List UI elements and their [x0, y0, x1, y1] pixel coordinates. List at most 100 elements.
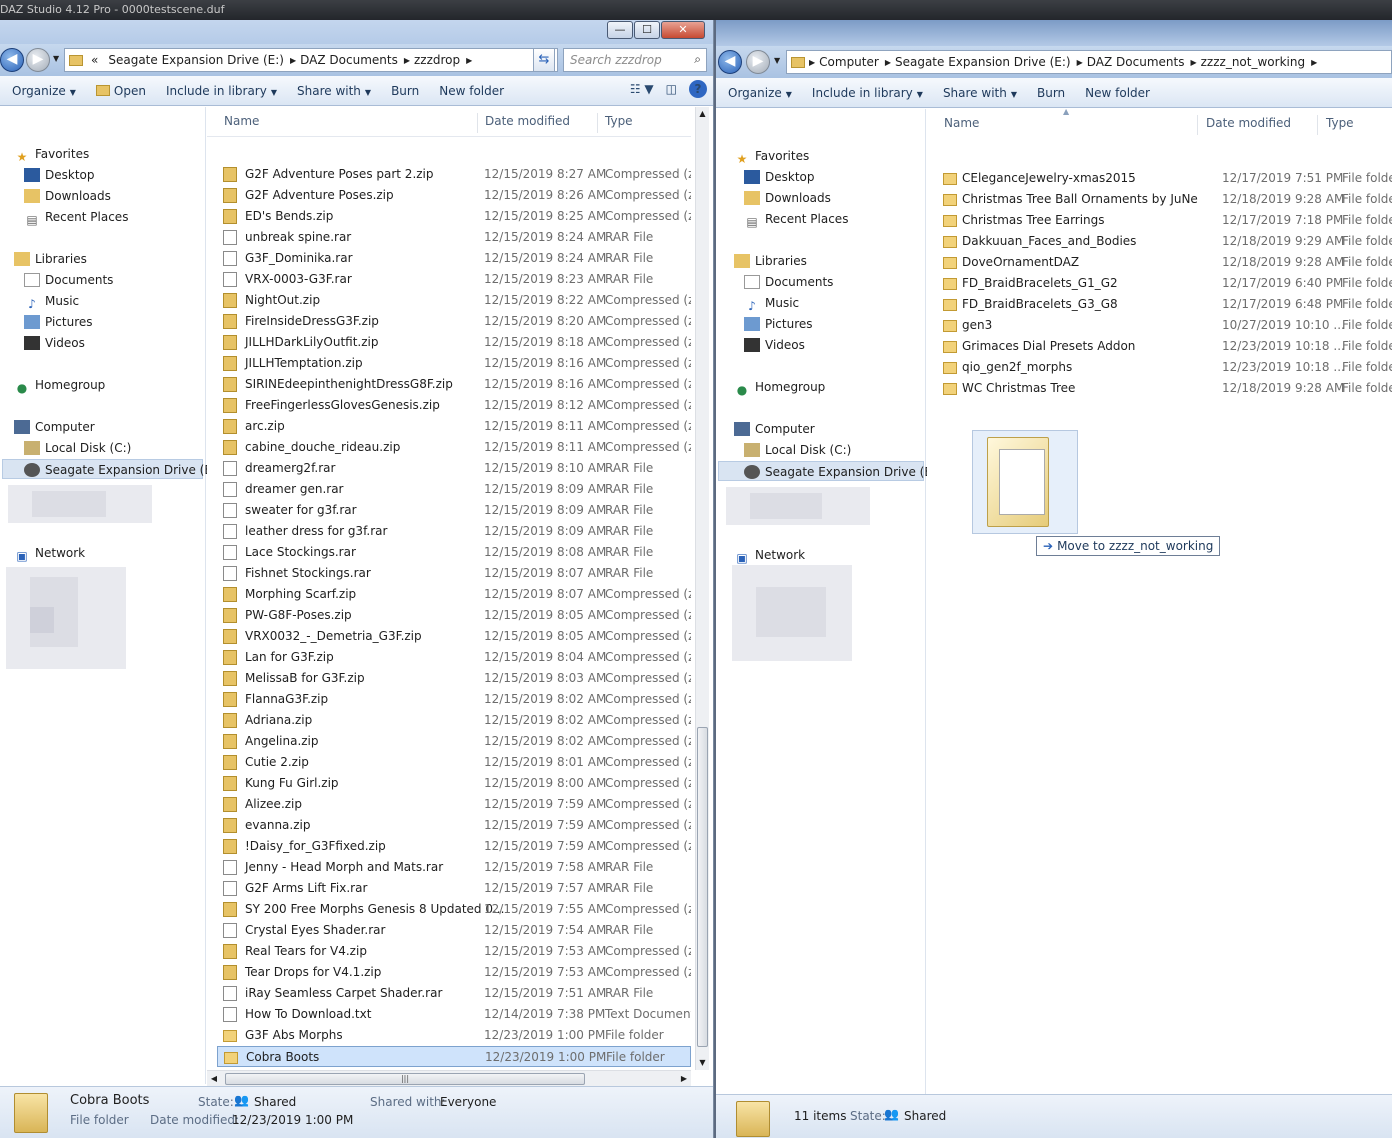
scroll-up-icon[interactable]: ▲	[696, 107, 709, 121]
file-row[interactable]: qio_gen2f_morphs 12/23/2019 10:18 ... File…	[937, 357, 1392, 378]
breadcrumb-overflow[interactable]: «	[87, 53, 104, 67]
breadcrumb-zzzdrop[interactable]: zzzdrop	[410, 53, 466, 67]
file-row[interactable]: JILLHDarkLilyOutfit.zip 12/15/2019 8:18 A…	[217, 332, 691, 353]
column-date-modified[interactable]: Date modified	[485, 114, 570, 128]
nav-homegroup[interactable]: ● Homegroup	[14, 375, 106, 395]
file-row[interactable]: JILLHTemptation.zip 12/15/2019 8:16 AM Com…	[217, 353, 691, 374]
column-type[interactable]: Type	[1326, 116, 1354, 130]
title-bar[interactable]	[716, 20, 1392, 46]
column-type[interactable]: Type	[605, 114, 633, 128]
search-icon[interactable]: ⌕	[694, 52, 701, 67]
scroll-left-icon[interactable]: ◀	[207, 1071, 221, 1087]
file-row[interactable]: Kung Fu Girl.zip 12/15/2019 8:00 AM Compre…	[217, 773, 691, 794]
history-dropdown-icon[interactable]: ▼	[774, 56, 780, 65]
forward-button[interactable]: ▶	[26, 48, 50, 72]
share-with-button[interactable]: Share with ▼	[285, 84, 379, 98]
breadcrumb-daz-documents[interactable]: DAZ Documents	[1083, 55, 1191, 69]
file-row[interactable]: Cutie 2.zip 12/15/2019 8:01 AM Compressed …	[217, 752, 691, 773]
maximize-button[interactable]: ☐	[634, 21, 660, 39]
breadcrumb-computer[interactable]: Computer	[815, 55, 885, 69]
share-with-button[interactable]: Share with ▼	[931, 86, 1025, 100]
refresh-button[interactable]: ⇆	[533, 48, 555, 72]
address-bar[interactable]: ▶ Computer ▶ Seagate Expansion Drive (E:…	[786, 50, 1392, 74]
file-row[interactable]: G2F Adventure Poses part 2.zip 12/15/2019…	[217, 164, 691, 185]
file-row[interactable]: !Daisy_for_G3Ffixed.zip 12/15/2019 7:59 A…	[217, 836, 691, 857]
file-row[interactable]: FlannaG3F.zip 12/15/2019 8:02 AM Compresse…	[217, 689, 691, 710]
nav-seagate-drive[interactable]: Seagate Expansion Drive (E:)	[2, 459, 221, 479]
burn-button[interactable]: Burn	[379, 84, 427, 98]
file-row[interactable]: Alizee.zip 12/15/2019 7:59 AM Compressed (…	[217, 794, 691, 815]
nav-videos[interactable]: Videos	[24, 333, 85, 353]
file-row[interactable]: NightOut.zip 12/15/2019 8:22 AM Compressed…	[217, 290, 691, 311]
scroll-right-icon[interactable]: ▶	[677, 1071, 691, 1087]
nav-recent-places[interactable]: ▤ Recent Places	[24, 207, 128, 227]
file-row[interactable]: Lan for G3F.zip 12/15/2019 8:04 AM Compres…	[217, 647, 691, 668]
file-row[interactable]: Lace Stockings.rar 12/15/2019 8:08 AM RAR …	[217, 542, 691, 563]
file-row[interactable]: dreamerg2f.rar 12/15/2019 8:10 AM RAR File	[217, 458, 691, 479]
file-row[interactable]: How To Download.txt 12/14/2019 7:38 PM Tex…	[217, 1004, 691, 1025]
breadcrumb-daz-documents[interactable]: DAZ Documents	[296, 53, 404, 67]
scroll-down-icon[interactable]: ▼	[696, 1056, 709, 1070]
column-name[interactable]: Name	[224, 114, 259, 128]
file-row[interactable]: Grimaces Dial Presets Addon 12/23/2019 10…	[937, 336, 1392, 357]
file-row[interactable]: Christmas Tree Earrings 12/17/2019 7:18 P…	[937, 210, 1392, 231]
include-in-library-button[interactable]: Include in library ▼	[800, 86, 931, 100]
nav-network[interactable]: ▣ Network	[14, 543, 85, 563]
file-row[interactable]: G3F_Dominika.rar 12/15/2019 8:24 AM RAR Fi…	[217, 248, 691, 269]
file-row[interactable]: MelissaB for G3F.zip 12/15/2019 8:03 AM Co…	[217, 668, 691, 689]
chevron-right-icon[interactable]: ▶	[1311, 58, 1317, 67]
file-row[interactable]: ED's Bends.zip 12/15/2019 8:25 AM Compress…	[217, 206, 691, 227]
back-button[interactable]: ◀	[0, 48, 24, 72]
nav-local-disk[interactable]: Local Disk (C:)	[24, 438, 131, 458]
history-dropdown-icon[interactable]: ▼	[53, 54, 59, 63]
file-row[interactable]: DoveOrnamentDAZ 12/18/2019 9:28 AM File fo…	[937, 252, 1392, 273]
file-row[interactable]: Christmas Tree Ball Ornaments by JuNe 12/…	[937, 189, 1392, 210]
include-in-library-button[interactable]: Include in library ▼	[154, 84, 285, 98]
nav-music[interactable]: ♪ Music	[24, 291, 79, 311]
burn-button[interactable]: Burn	[1025, 86, 1073, 100]
file-row[interactable]: Fishnet Stockings.rar 12/15/2019 8:07 AM R…	[217, 563, 691, 584]
nav-videos[interactable]: Videos	[744, 335, 805, 355]
nav-recent-places[interactable]: ▤ Recent Places	[744, 209, 848, 229]
file-row[interactable]: iRay Seamless Carpet Shader.rar 12/15/201…	[217, 983, 691, 1004]
nav-libraries[interactable]: Libraries	[734, 251, 807, 271]
file-row[interactable]: Real Tears for V4.zip 12/15/2019 7:53 AM C…	[217, 941, 691, 962]
nav-network[interactable]: ▣ Network	[734, 545, 805, 565]
forward-button[interactable]: ▶	[746, 50, 770, 74]
nav-local-disk[interactable]: Local Disk (C:)	[744, 440, 851, 460]
file-row[interactable]: VRX0032_-_Demetria_G3F.zip 12/15/2019 8:0…	[217, 626, 691, 647]
breadcrumb-drive[interactable]: Seagate Expansion Drive (E:)	[891, 55, 1077, 69]
vertical-scrollbar[interactable]: ▲ ▼	[695, 107, 709, 1070]
file-row[interactable]: Morphing Scarf.zip 12/15/2019 8:07 AM Comp…	[217, 584, 691, 605]
nav-favorites[interactable]: ★ Favorites	[14, 144, 90, 164]
chevron-right-icon[interactable]: ▶	[466, 56, 472, 65]
organize-button[interactable]: Organize ▼	[716, 86, 800, 100]
nav-seagate-drive[interactable]: Seagate Expansion Drive (E:)	[718, 461, 941, 481]
breadcrumb-zzzz-not-working[interactable]: zzzz_not_working	[1197, 55, 1311, 69]
horizontal-scrollbar[interactable]: ◀ ||| ▶	[207, 1070, 691, 1086]
file-row[interactable]: WC Christmas Tree 12/18/2019 9:28 AM File …	[937, 378, 1392, 399]
new-folder-button[interactable]: New folder	[427, 84, 512, 98]
file-row[interactable]: FireInsideDressG3F.zip 12/15/2019 8:20 AM…	[217, 311, 691, 332]
back-button[interactable]: ◀	[718, 50, 742, 74]
file-row[interactable]: sweater for g3f.rar 12/15/2019 8:09 AM RAR…	[217, 500, 691, 521]
file-row[interactable]: unbreak spine.rar 12/15/2019 8:24 AM RAR F…	[217, 227, 691, 248]
minimize-button[interactable]: —	[607, 21, 633, 39]
help-icon[interactable]: ?	[689, 80, 707, 98]
organize-button[interactable]: Organize ▼	[0, 84, 84, 98]
file-row[interactable]: Jenny - Head Morph and Mats.rar 12/15/201…	[217, 857, 691, 878]
breadcrumb-drive[interactable]: Seagate Expansion Drive (E:)	[104, 53, 290, 67]
nav-downloads[interactable]: Downloads	[24, 186, 111, 206]
file-row[interactable]: leather dress for g3f.rar 12/15/2019 8:09…	[217, 521, 691, 542]
file-row[interactable]: Dakkuuan_Faces_and_Bodies 12/18/2019 9:29…	[937, 231, 1392, 252]
nav-computer[interactable]: Computer	[14, 417, 95, 437]
nav-computer[interactable]: Computer	[734, 419, 815, 439]
file-row[interactable]: gen3 10/27/2019 10:10 ...File folder	[937, 315, 1392, 336]
address-bar[interactable]: « Seagate Expansion Drive (E:) ▶ DAZ Doc…	[64, 48, 558, 72]
scroll-thumb[interactable]: |||	[225, 1073, 585, 1085]
file-row[interactable]: arc.zip 12/15/2019 8:11 AMCompressed (zip	[217, 416, 691, 437]
column-date-modified[interactable]: Date modified	[1206, 116, 1291, 130]
close-button[interactable]: ✕	[661, 21, 705, 39]
file-row[interactable]: FD_BraidBracelets_G3_G8 12/17/2019 6:48 P…	[937, 294, 1392, 315]
nav-desktop[interactable]: Desktop	[744, 167, 815, 187]
